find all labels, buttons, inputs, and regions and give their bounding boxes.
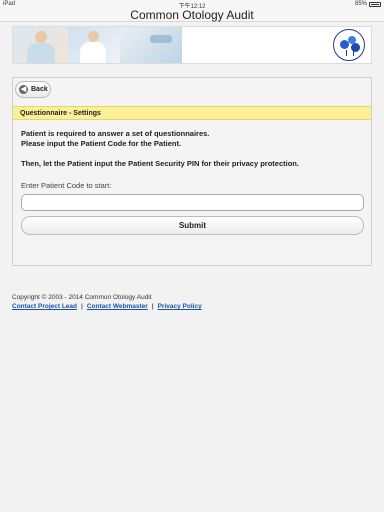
questionnaire-panel: ◀ Back Questionnaire - Settings Patient … [12,77,372,266]
battery-percent: 85% [354,1,367,7]
back-arrow-icon: ◀ [19,85,28,94]
patient-code-input[interactable] [21,194,364,211]
instruction-line: Patient is required to answer a set of q… [21,129,210,138]
header-banner [12,26,372,64]
copyright-text: Copyright © 2003 - 2014 Common Otology A… [12,294,152,301]
link-separator: | [151,303,154,310]
battery-icon [369,1,381,7]
contact-webmaster-link[interactable]: Contact Webmaster [87,303,148,310]
back-button-label: Back [31,86,48,93]
instructions-text: Patient is required to answer a set of q… [21,129,361,169]
page-title: Common Otology Audit [0,8,384,22]
banner-photo-child [13,27,68,63]
contact-project-lead-link[interactable]: Contact Project Lead [12,303,77,310]
instruction-line: Then, let the Patient input the Patient … [21,159,299,168]
link-separator: | [81,303,83,310]
back-button[interactable]: ◀ Back [15,81,51,98]
section-header: Questionnaire - Settings [13,106,371,120]
footer-links: Contact Project Lead | Contact Webmaster | P… [12,302,202,311]
instruction-line: Please input the Patient Code for the Pa… [21,139,182,148]
privacy-policy-link[interactable]: Privacy Policy [158,303,202,310]
banner-photo-doctor [68,27,120,63]
footer: Copyright © 2003 - 2014 Common Otology A… [12,293,202,311]
submit-button[interactable]: Submit [21,216,364,235]
organization-logo [333,29,365,61]
patient-code-label: Enter Patient Code to start: [21,181,112,190]
banner-photo-equipment [120,27,182,63]
device-status-bar: iPad 下午12:12 85% [0,0,384,10]
battery-status: 85% [355,1,381,7]
